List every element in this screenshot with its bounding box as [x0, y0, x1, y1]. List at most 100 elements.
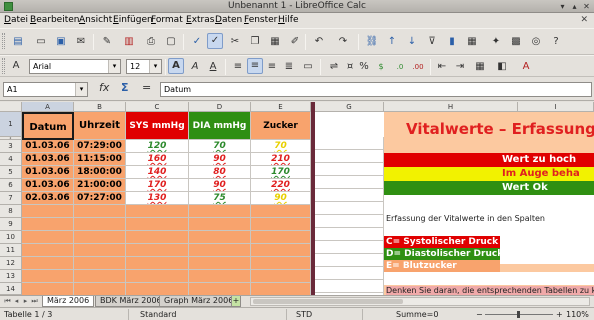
empty-cell[interactable]	[74, 257, 126, 270]
empty-cell[interactable]	[315, 189, 384, 202]
empty-cell[interactable]	[74, 283, 126, 295]
cell-datum[interactable]: 01.03.06	[22, 140, 74, 153]
cell-sys[interactable]: 160	[126, 153, 189, 166]
horizontal-scrollbar[interactable]	[250, 297, 590, 306]
last-sheet-icon[interactable]: ⏭	[30, 297, 39, 306]
pivot-table-icon[interactable]: ▦	[464, 34, 480, 50]
cell-dia[interactable]: 90	[189, 179, 251, 192]
open-folder-icon[interactable]: ▭	[33, 34, 49, 50]
empty-cell[interactable]	[22, 218, 74, 231]
cell-uhrzeit[interactable]: 18:00:00	[74, 166, 126, 179]
help-icon[interactable]: ?	[548, 34, 564, 50]
gallery-icon[interactable]: ▩	[508, 34, 524, 50]
menu-bearbeiten[interactable]: Bearbeiten	[30, 15, 79, 25]
align-center-icon[interactable]: ≡	[247, 58, 263, 74]
header-zucker[interactable]: Zucker	[251, 112, 311, 140]
column-header-c[interactable]: C	[126, 102, 189, 112]
empty-cell[interactable]	[315, 280, 384, 293]
number-format-standard-icon[interactable]: $	[373, 59, 389, 75]
autospellcheck-icon[interactable]: ✓	[207, 33, 223, 49]
align-left-icon[interactable]: ≡	[230, 59, 246, 75]
paste-icon[interactable]: ▦	[267, 34, 283, 50]
bold-icon[interactable]: A	[168, 58, 184, 74]
chevron-down-icon[interactable]: ▾	[75, 83, 87, 96]
styles-icon[interactable]: A	[8, 58, 24, 74]
align-right-icon[interactable]: ≡	[264, 59, 280, 75]
status-mode[interactable]: STD	[296, 310, 312, 319]
empty-cell[interactable]	[126, 244, 189, 257]
zoom-in-icon[interactable]: +	[556, 310, 563, 319]
number-format-percent-icon[interactable]: %	[356, 59, 372, 75]
empty-cell[interactable]	[315, 241, 384, 254]
toolbar-grip[interactable]	[2, 58, 5, 74]
empty-cell[interactable]	[74, 218, 126, 231]
italic-icon[interactable]: A	[187, 59, 203, 75]
empty-cell[interactable]	[251, 270, 311, 283]
email-icon[interactable]: ✉	[73, 34, 89, 50]
empty-cell[interactable]	[22, 283, 74, 295]
column-header-a[interactable]: A	[22, 102, 74, 112]
empty-cell[interactable]	[189, 244, 251, 257]
cell-datum[interactable]: 01.03.06	[22, 179, 74, 192]
empty-cell[interactable]	[126, 218, 189, 231]
data-sources-icon[interactable]: ◎	[528, 34, 544, 50]
empty-cell[interactable]	[189, 218, 251, 231]
row-header-8[interactable]: 8	[0, 205, 22, 218]
delete-decimal-icon[interactable]: .00	[410, 59, 426, 75]
undo-icon[interactable]: ↶	[311, 34, 327, 50]
add-decimal-icon[interactable]: .0	[392, 59, 408, 75]
cell-dia[interactable]: 80	[189, 166, 251, 179]
header-uhrzeit[interactable]: Uhrzeit	[74, 112, 126, 140]
select-all-corner[interactable]	[0, 102, 22, 112]
clone-format-icon[interactable]: ✐	[287, 34, 303, 50]
maximize-button[interactable]: ▴	[570, 2, 579, 11]
menu-fenster[interactable]: Fenster	[244, 15, 277, 25]
function-wizard-icon[interactable]: fx	[99, 81, 109, 94]
menu-daten[interactable]: Daten	[215, 15, 242, 25]
row-header-1[interactable]: 1	[0, 112, 22, 137]
cell-dia[interactable]: 70	[189, 140, 251, 153]
borders-icon[interactable]: ▦	[472, 59, 488, 75]
scrollbar-thumb[interactable]	[253, 299, 403, 304]
empty-cell[interactable]	[74, 231, 126, 244]
justify-icon[interactable]: ≣	[281, 59, 297, 75]
cell-dia[interactable]: 75	[189, 192, 251, 205]
empty-cell[interactable]	[22, 257, 74, 270]
empty-cell[interactable]	[22, 231, 74, 244]
menu-einfuegen[interactable]: Einfügen	[113, 15, 153, 25]
cell-datum[interactable]: 02.03.06	[22, 192, 74, 205]
empty-cell[interactable]	[189, 257, 251, 270]
empty-cell[interactable]	[74, 270, 126, 283]
empty-cell[interactable]	[315, 163, 384, 176]
empty-cell[interactable]	[22, 205, 74, 218]
decrease-indent-icon[interactable]: ⇤	[434, 59, 450, 75]
empty-cell[interactable]	[74, 244, 126, 257]
empty-cell[interactable]	[315, 150, 384, 163]
increase-indent-icon[interactable]: ⇥	[452, 59, 468, 75]
column-header-d[interactable]: D	[189, 102, 251, 112]
first-sheet-icon[interactable]: ⏮	[3, 297, 12, 306]
row-header-12[interactable]: 12	[0, 257, 22, 270]
menu-datei[interactable]: Datei	[4, 15, 28, 25]
empty-cell[interactable]	[251, 283, 311, 295]
header-datum[interactable]: Datum	[22, 112, 74, 140]
zoom-slider-knob[interactable]	[517, 311, 520, 318]
underline-icon[interactable]: A	[205, 59, 221, 75]
function-icon[interactable]: =	[142, 81, 151, 94]
row-header-14[interactable]: 14	[0, 283, 22, 295]
row-header-5[interactable]: 5	[0, 166, 22, 179]
empty-cell[interactable]	[189, 270, 251, 283]
cell-sys[interactable]: 170	[126, 179, 189, 192]
empty-cell[interactable]	[126, 270, 189, 283]
row-header-3[interactable]: 3	[0, 140, 22, 153]
empty-cell[interactable]	[251, 244, 311, 257]
cell-zucker[interactable]: 220	[251, 179, 311, 192]
empty-cell[interactable]	[251, 231, 311, 244]
font-name-combo[interactable]: Arial ▾	[29, 59, 121, 74]
cell-zucker[interactable]: 170	[251, 166, 311, 179]
chevron-down-icon[interactable]: ▾	[108, 60, 120, 73]
merge-cells-icon[interactable]: ▭	[300, 59, 316, 75]
empty-cell[interactable]	[126, 257, 189, 270]
tab-maerz-2006[interactable]: März 2006	[42, 296, 95, 307]
empty-cell[interactable]	[126, 231, 189, 244]
